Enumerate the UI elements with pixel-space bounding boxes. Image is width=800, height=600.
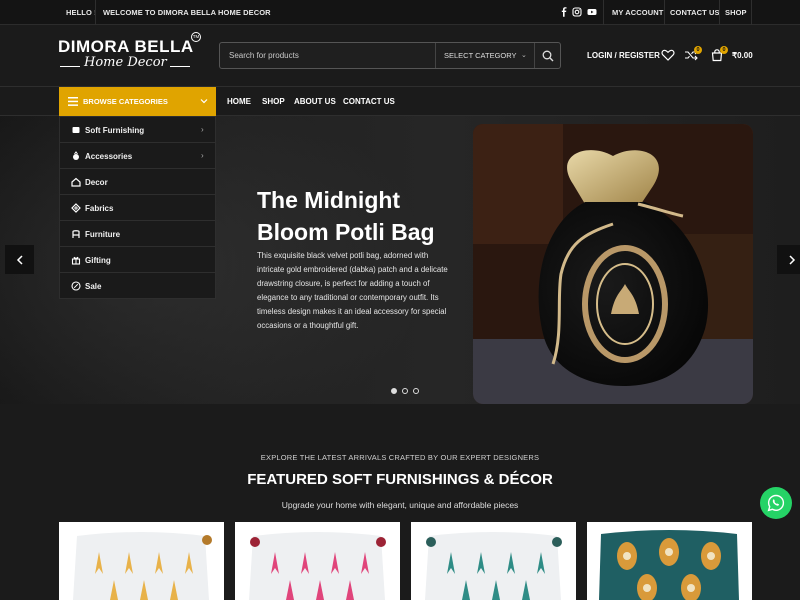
category-item-soft-furnishing[interactable]: Soft Furnishing › (60, 117, 215, 143)
hero-title-line: Bloom Potli Bag (257, 219, 435, 245)
whatsapp-icon (767, 494, 785, 512)
logo-sub-text: Home Decor (84, 55, 167, 70)
search-button[interactable] (535, 43, 561, 68)
search-input[interactable] (220, 43, 435, 68)
nav-contact-us[interactable]: CONTACT US (343, 97, 395, 106)
whatsapp-button[interactable] (760, 487, 792, 519)
product-card[interactable] (411, 522, 576, 600)
search-bar: SELECT CATEGORY ⌄ (219, 42, 561, 69)
hero-product-image[interactable] (473, 124, 753, 404)
gift-icon (71, 256, 81, 265)
site-header: DIMORA BELLA TM Home Decor SELECT CATEGO… (0, 25, 800, 87)
hero-description: This exquisite black velvet potli bag, a… (257, 251, 448, 330)
category-label: Gifting (85, 256, 111, 265)
search-icon (542, 50, 554, 61)
nav-shop[interactable]: SHOP (262, 97, 285, 106)
youtube-icon[interactable] (587, 7, 597, 17)
category-item-sale[interactable]: Sale (60, 273, 215, 299)
fabric-icon (71, 203, 81, 213)
category-select[interactable]: SELECT CATEGORY (444, 51, 517, 60)
cushion-image-yellow-ikat (59, 522, 224, 600)
cart-total[interactable]: ₹0.00 (732, 51, 753, 60)
category-menu: Soft Furnishing › Accessories › Decor Fa… (59, 116, 216, 299)
divider (751, 0, 752, 25)
divider (435, 43, 436, 68)
top-bar: HELLO ! WELCOME TO DIMORA BELLA HOME DEC… (0, 0, 800, 25)
chevron-down-icon (200, 99, 208, 104)
product-card[interactable] (59, 522, 224, 600)
nav-about-us[interactable]: ABOUT US (294, 97, 336, 106)
cart-count-badge: 0 (720, 46, 728, 54)
hero-title-line: The Midnight (257, 187, 401, 213)
instagram-icon[interactable] (572, 7, 582, 17)
category-label: Decor (85, 178, 108, 187)
hero-title: The Midnight Bloom Potli Bag (257, 184, 472, 248)
category-item-gifting[interactable]: Gifting (60, 247, 215, 273)
shop-link[interactable]: SHOP (725, 8, 747, 17)
sale-icon (71, 281, 81, 291)
contact-us-link[interactable]: CONTACT US (670, 8, 720, 17)
slider-dot[interactable] (413, 388, 419, 394)
divider (603, 0, 604, 25)
home-icon (71, 177, 81, 187)
product-card[interactable] (587, 522, 752, 600)
chevron-down-icon: ⌄ (521, 52, 527, 59)
slider-dot[interactable] (402, 388, 408, 394)
potli-bag-illustration (473, 124, 753, 404)
category-label: Fabrics (85, 204, 114, 213)
cushion-icon (72, 127, 80, 133)
cushion-image-teal-ikat (411, 522, 576, 600)
heart-icon[interactable] (661, 48, 675, 62)
slider-dot-active[interactable] (391, 388, 397, 394)
category-item-furniture[interactable]: Furniture (60, 221, 215, 247)
greeting-text: HELLO ! (66, 8, 97, 17)
logo-divider (60, 66, 80, 67)
browse-categories-button[interactable]: BROWSE CATEGORIES (59, 87, 216, 116)
product-card[interactable] (235, 522, 400, 600)
category-label: Sale (85, 282, 102, 291)
category-item-decor[interactable]: Decor (60, 169, 215, 195)
menu-icon (68, 97, 78, 106)
divider (719, 0, 720, 25)
chevron-right-icon: › (201, 125, 204, 134)
nav-home[interactable]: HOME (227, 97, 251, 106)
chevron-right-icon: › (201, 151, 204, 160)
slider-prev-button[interactable] (5, 245, 34, 274)
logo-main-text: DIMORA BELLA (58, 37, 194, 56)
category-item-accessories[interactable]: Accessories › (60, 143, 215, 169)
accessories-icon (73, 151, 79, 160)
logo-divider (170, 66, 190, 67)
hero-slider: Soft Furnishing › Accessories › Decor Fa… (0, 116, 800, 404)
main-nav: BROWSE CATEGORIES HOME SHOP ABOUT US CON… (0, 87, 800, 116)
chevron-right-icon (788, 254, 795, 265)
slider-next-button[interactable] (777, 245, 800, 274)
welcome-text: WELCOME TO DIMORA BELLA HOME DECOR (103, 8, 271, 17)
featured-kicker: EXPLORE THE LATEST ARRIVALS CRAFTED BY O… (260, 453, 540, 462)
facebook-icon[interactable] (559, 7, 569, 17)
category-label: Soft Furnishing (85, 126, 145, 135)
browse-categories-label: BROWSE CATEGORIES (83, 97, 168, 106)
trademark-mark: TM (191, 32, 201, 42)
divider (664, 0, 665, 25)
my-account-link[interactable]: MY ACCOUNT (612, 8, 663, 17)
compare-count-badge: 0 (694, 46, 702, 54)
category-item-fabrics[interactable]: Fabrics (60, 195, 215, 221)
divider (95, 0, 96, 25)
category-label: Furniture (85, 230, 121, 239)
login-register-link[interactable]: LOGIN / REGISTER (587, 51, 660, 60)
chevron-left-icon (16, 254, 23, 265)
chair-icon (72, 230, 80, 238)
category-label: Accessories (85, 152, 133, 161)
featured-title: FEATURED SOFT FURNISHINGS & DÉCOR (247, 471, 553, 488)
cushion-image-teal-pattern (587, 522, 752, 600)
featured-subtitle: Upgrade your home with elegant, unique a… (281, 500, 519, 510)
cushion-image-pink-ikat (235, 522, 400, 600)
